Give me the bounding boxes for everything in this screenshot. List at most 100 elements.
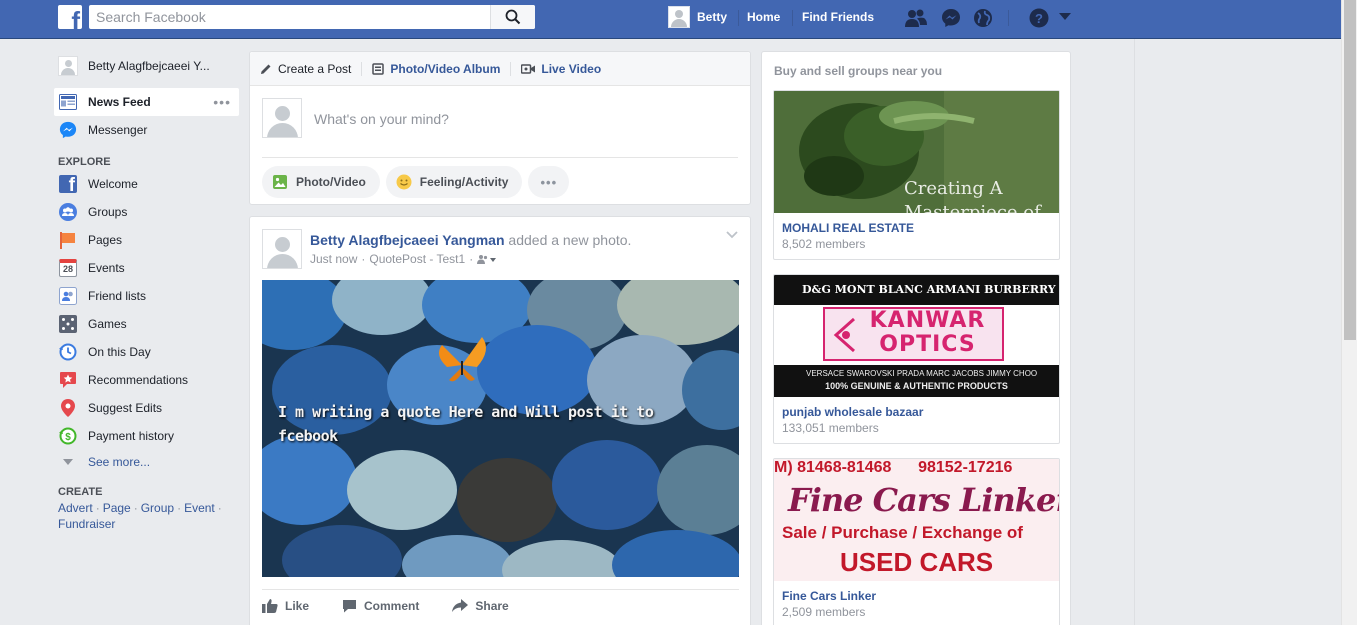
- comment-button[interactable]: Comment: [342, 599, 419, 613]
- search-input[interactable]: [89, 5, 489, 29]
- sidebar-item-label: Friend lists: [88, 289, 147, 303]
- home-link[interactable]: Home: [747, 10, 780, 24]
- group-name-link[interactable]: MOHALI REAL ESTATE: [774, 213, 1059, 235]
- post-timestamp[interactable]: Just now: [310, 252, 357, 266]
- chevron-down-icon: [58, 452, 78, 472]
- more-options-icon[interactable]: •••: [213, 95, 231, 109]
- more-options-button[interactable]: •••: [528, 166, 570, 198]
- kanwar-optics-logo: KANWAR OPTICS: [823, 307, 1004, 361]
- divider: [361, 61, 363, 76]
- group-card[interactable]: M) 81468-81468 98152-17216 Fine Cars Lin…: [773, 458, 1060, 625]
- page-scrollbar[interactable]: [1341, 0, 1357, 625]
- sidebar-item-label: Pages: [88, 233, 123, 247]
- sidebar-item-news-feed[interactable]: News Feed •••: [54, 88, 239, 116]
- brand-strip: D&G MONT BLANC ARMANI BURBERRY GUCCI: [774, 275, 1059, 305]
- thumbs-up-icon: [262, 598, 278, 613]
- chevron-down-icon[interactable]: [726, 231, 738, 239]
- sidebar-item-friend-lists[interactable]: Friend lists: [54, 282, 239, 310]
- create-fundraiser-link[interactable]: Fundraiser: [58, 517, 115, 531]
- smiley-icon: [396, 174, 412, 190]
- photo-icon: [272, 174, 288, 190]
- facebook-icon: f: [58, 174, 78, 194]
- feed-post: Betty Alagfbejcaeei Yangman added a new …: [249, 216, 751, 625]
- tagline: 100% GENUINE & AUTHENTIC PRODUCTS: [825, 381, 1008, 391]
- separator-dot: ·: [133, 501, 138, 515]
- avatar[interactable]: [262, 229, 302, 269]
- facebook-logo-icon[interactable]: f: [58, 5, 82, 29]
- group-card[interactable]: D&G MONT BLANC ARMANI BURBERRY GUCCI KAN…: [773, 274, 1060, 444]
- divider: [1008, 10, 1009, 26]
- group-name-link[interactable]: Fine Cars Linker: [774, 581, 1059, 603]
- sidebar-item-groups[interactable]: Groups: [54, 198, 239, 226]
- sidebar-item-label: Messenger: [88, 123, 148, 137]
- tab-label: Photo/Video Album: [390, 61, 501, 76]
- sidebar-item-profile[interactable]: Betty Alagfbejcaeei Y...: [54, 52, 239, 80]
- tab-create-post[interactable]: Create a Post: [260, 62, 351, 76]
- group-card[interactable]: Creating A Masterpiece of MOHALI REAL ES…: [773, 90, 1060, 260]
- friend-requests-icon[interactable]: [904, 8, 928, 28]
- games-icon: [58, 314, 78, 334]
- post-author-link[interactable]: Betty Alagfbejcaeei Yangman: [310, 232, 505, 248]
- profile-link[interactable]: [668, 5, 690, 29]
- button-label: Feeling/Activity: [419, 175, 509, 189]
- create-group-link[interactable]: Group: [141, 501, 174, 515]
- scrollbar-thumb[interactable]: [1344, 0, 1356, 340]
- sidebar-item-events[interactable]: 28 Events: [54, 254, 239, 282]
- tab-photo-video-album[interactable]: Photo/Video Album: [372, 62, 500, 76]
- share-button[interactable]: Share: [452, 599, 509, 613]
- composer-placeholder[interactable]: What's on your mind?: [314, 111, 449, 127]
- help-icon[interactable]: ?: [1029, 8, 1049, 28]
- avatar: [668, 6, 690, 28]
- group-name-link[interactable]: punjab wholesale bazaar: [774, 397, 1059, 419]
- post-actions: Like Comment Share: [262, 589, 739, 621]
- search-box[interactable]: [89, 5, 535, 29]
- audience-friends-icon[interactable]: [477, 254, 497, 264]
- create-advert-link[interactable]: Advert: [58, 501, 93, 515]
- like-button[interactable]: Like: [262, 598, 309, 613]
- feeling-activity-button[interactable]: Feeling/Activity: [385, 166, 523, 198]
- notifications-globe-icon[interactable]: [973, 8, 993, 28]
- eye-logo-icon: [833, 317, 855, 353]
- divider: [1134, 39, 1135, 625]
- photo-video-button[interactable]: Photo/Video: [262, 166, 380, 198]
- news-feed-icon: [58, 92, 78, 112]
- profile-name-link[interactable]: Betty: [697, 10, 727, 24]
- chevron-down-icon[interactable]: [1059, 13, 1071, 21]
- post-photo[interactable]: I m writing a quote Here and Will post i…: [262, 280, 739, 577]
- separator-dot: ·: [469, 252, 474, 266]
- composer-input-area[interactable]: What's on your mind?: [262, 86, 738, 158]
- buy-sell-groups-panel: Buy and sell groups near you Creating A …: [761, 51, 1071, 625]
- sidebar-item-suggest-edits[interactable]: Suggest Edits: [54, 394, 239, 422]
- group-member-count: 2,509 members: [782, 605, 866, 619]
- group-cover-image: M) 81468-81468 98152-17216 Fine Cars Lin…: [774, 459, 1059, 581]
- create-event-link[interactable]: Event: [184, 501, 215, 515]
- cover-title: Fine Cars Linker: [788, 481, 1059, 519]
- group-cover-image: D&G MONT BLANC ARMANI BURBERRY GUCCI KAN…: [774, 275, 1059, 397]
- sidebar-item-welcome[interactable]: f Welcome: [54, 170, 239, 198]
- tab-live-video[interactable]: Live Video: [521, 62, 601, 76]
- sidebar-item-pages[interactable]: Pages: [54, 226, 239, 254]
- find-friends-link[interactable]: Find Friends: [802, 10, 874, 24]
- sidebar-item-games[interactable]: Games: [54, 310, 239, 338]
- composer-actions: Photo/Video Feeling/Activity •••: [250, 158, 750, 206]
- group-cover-image: Creating A Masterpiece of: [774, 91, 1059, 213]
- search-button[interactable]: [490, 5, 535, 29]
- button-label: Photo/Video: [296, 175, 366, 189]
- cover-caption: Creating A Masterpiece of: [904, 178, 1041, 213]
- composer-tabs: Create a Post Photo/Video Album Live Vid…: [250, 52, 750, 86]
- messenger-icon[interactable]: [941, 8, 961, 28]
- see-more-link[interactable]: See more...: [54, 450, 239, 474]
- create-page-link[interactable]: Page: [103, 501, 131, 515]
- create-section-header: CREATE: [58, 486, 103, 498]
- album-icon: [372, 62, 385, 75]
- sidebar-item-payment-history[interactable]: $ Payment history: [54, 422, 239, 450]
- separator-dot: ·: [361, 252, 366, 266]
- sidebar-item-recommendations[interactable]: Recommendations: [54, 366, 239, 394]
- sidebar-item-label: On this Day: [88, 345, 151, 359]
- sidebar-item-on-this-day[interactable]: On this Day: [54, 338, 239, 366]
- avatar: [58, 56, 78, 76]
- post-app-link[interactable]: QuotePost - Test1: [369, 252, 465, 266]
- post-action-text: added a new photo.: [508, 232, 632, 248]
- top-navigation-bar: f Betty Home Find Friends ?: [0, 0, 1341, 39]
- sidebar-item-messenger[interactable]: Messenger: [54, 116, 239, 144]
